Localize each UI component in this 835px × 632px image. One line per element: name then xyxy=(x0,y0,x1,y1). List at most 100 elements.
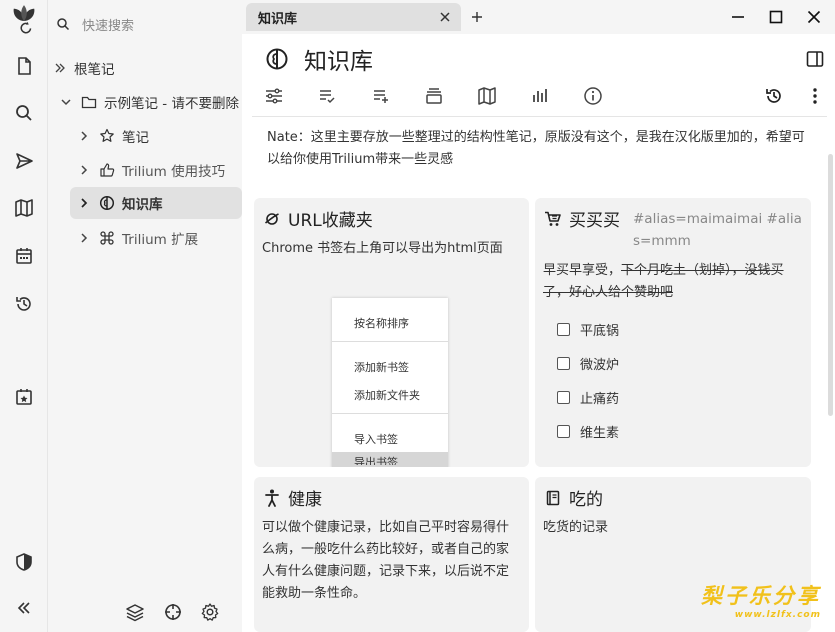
command-icon xyxy=(98,229,116,247)
card-title[interactable]: URL收藏夹 xyxy=(262,206,373,231)
calendar-icon[interactable] xyxy=(10,242,38,270)
card-shopping[interactable]: 买买买 #alias=maimaimai #alias=mmm 早买早享受，下个… xyxy=(535,198,811,467)
tree-bottom-toolbar xyxy=(48,592,242,632)
card-text: 吃货的记录 xyxy=(543,520,609,535)
cart-icon xyxy=(543,209,563,229)
toggle-right-pane-icon[interactable] xyxy=(804,48,826,70)
revision-history-icon[interactable] xyxy=(762,84,786,108)
crosshair-icon[interactable] xyxy=(163,602,183,622)
chevron-down-icon[interactable] xyxy=(58,94,74,110)
menu-item: 添加新文件夹 xyxy=(354,389,420,402)
note-title-text[interactable]: 知识库 xyxy=(304,42,373,76)
map-icon[interactable] xyxy=(475,84,499,108)
collection-icon[interactable] xyxy=(422,84,446,108)
book-icon xyxy=(543,488,563,508)
launcher-bar xyxy=(0,0,48,632)
menu-separator xyxy=(332,413,448,414)
history-icon[interactable] xyxy=(10,290,38,318)
new-tab-icon[interactable] xyxy=(468,8,486,26)
tab-bar: 知识库 xyxy=(242,0,835,34)
tree-node-label: Trilium 扩展 xyxy=(122,232,199,248)
tree-node-tips[interactable]: Trilium 使用技巧 xyxy=(76,154,225,186)
card-title[interactable]: 买买买 xyxy=(543,206,620,231)
card-title[interactable]: 吃的 xyxy=(543,485,603,510)
calendar-star-icon[interactable] xyxy=(10,383,38,411)
toolbar-divider xyxy=(252,116,827,117)
person-icon xyxy=(262,488,282,508)
maximize-icon[interactable] xyxy=(766,7,786,27)
folder-icon xyxy=(80,93,98,111)
close-window-icon[interactable] xyxy=(804,7,824,27)
note-tree-panel: 快速搜索 根笔记 示例笔记 - 请不要删除 笔记 Trilium 使用技巧 知识… xyxy=(48,0,242,632)
map-icon[interactable] xyxy=(10,194,38,222)
properties-icon[interactable] xyxy=(262,84,286,108)
new-note-icon[interactable] xyxy=(10,52,38,80)
checkbox[interactable] xyxy=(557,357,570,370)
card-health[interactable]: 健康 可以做个健康记录，比如自己平时容易得什么病，一般吃什么药比较好，或者自己的… xyxy=(254,477,529,632)
double-chevron-right-icon[interactable] xyxy=(52,60,68,76)
todo-item[interactable]: 平底锅 xyxy=(557,320,619,339)
watermark-title: 梨子乐分享 xyxy=(701,584,821,608)
collapse-icon[interactable] xyxy=(10,594,38,622)
tab-title: 知识库 xyxy=(258,11,298,27)
scrollbar[interactable] xyxy=(828,154,833,416)
card-alias: #alias=maimaimai #alias=mmm xyxy=(633,211,802,249)
chevron-right-icon[interactable] xyxy=(76,230,92,246)
thumbs-up-icon xyxy=(98,161,116,179)
note-title: 知识库 xyxy=(264,42,373,76)
tree-root[interactable]: 根笔记 xyxy=(52,52,115,84)
card-title[interactable]: 健康 xyxy=(262,485,322,510)
tree-node-extensions[interactable]: Trilium 扩展 xyxy=(76,222,198,254)
tree-node-notes[interactable]: 笔记 xyxy=(76,120,149,152)
planet-icon xyxy=(262,209,282,229)
menu-separator xyxy=(332,341,448,342)
minimize-icon[interactable] xyxy=(728,7,748,27)
tree-node-knowledge[interactable]: 知识库 xyxy=(70,187,242,219)
checkbox[interactable] xyxy=(557,391,570,404)
checkbox[interactable] xyxy=(557,425,570,438)
list-plus-icon[interactable] xyxy=(369,84,393,108)
todo-item[interactable]: 微波炉 xyxy=(557,354,619,373)
todo-item[interactable]: 维生素 xyxy=(557,422,619,441)
tab-knowledge-base[interactable]: 知识库 xyxy=(246,3,461,31)
menu-item: 导出书签 xyxy=(354,456,398,465)
bar-chart-icon[interactable] xyxy=(528,84,552,108)
chevron-right-icon[interactable] xyxy=(76,128,92,144)
checkbox[interactable] xyxy=(557,323,570,336)
trilium-logo-icon[interactable] xyxy=(10,5,38,34)
tree-node-label: 笔记 xyxy=(122,130,149,146)
brain-icon xyxy=(264,46,290,72)
chevron-right-icon[interactable] xyxy=(76,162,92,178)
menu-item-highlighted: 导出书签 xyxy=(332,452,448,467)
brain-icon xyxy=(98,194,116,212)
bookmark-menu-screenshot: 按名称排序 添加新书签 添加新文件夹 导入书签 导出书签 xyxy=(332,298,448,467)
list-check-icon[interactable] xyxy=(315,84,339,108)
info-icon[interactable] xyxy=(581,84,605,108)
send-icon[interactable] xyxy=(10,147,38,175)
watermark-url: www.lzlfx.com xyxy=(734,610,821,620)
card-url-bookmarks[interactable]: URL收藏夹 Chrome 书签右上角可以导出为html页面 按名称排序 添加新… xyxy=(254,198,529,467)
watermark: 梨子乐分享 www.lzlfx.com xyxy=(701,580,821,620)
gear-icon[interactable] xyxy=(200,602,220,622)
search-icon[interactable] xyxy=(10,99,38,127)
card-text: 可以做个健康记录，比如自己平时容易得什么病，一般吃什么药比较好，或者自己的家人有… xyxy=(262,520,510,601)
menu-item: 导入书签 xyxy=(354,433,398,446)
tree-node-demo[interactable]: 示例笔记 - 请不要删除 xyxy=(58,86,239,118)
search-input[interactable]: 快速搜索 xyxy=(82,15,134,34)
tree-node-label: 示例笔记 - 请不要删除 xyxy=(104,96,239,112)
note-detail: 知识库 Nate：这里主要存放一些整理过的结构性笔记，原版没有这个，是我在汉化版… xyxy=(242,34,835,632)
todo-item[interactable]: 止痛药 xyxy=(557,388,619,407)
more-options-icon[interactable] xyxy=(803,84,827,108)
note-description: Nate：这里主要存放一些整理过的结构性笔记，原版没有这个，是我在汉化版里加的，… xyxy=(267,130,805,167)
card-text: 早买早享受，下个月吃土（划掉），没钱买了，好心人给个赞助吧 xyxy=(543,263,784,300)
tree-node-label: 知识库 xyxy=(122,197,163,213)
search-icon xyxy=(56,17,70,31)
star-icon xyxy=(98,127,116,145)
close-tab-icon[interactable] xyxy=(437,9,453,25)
chevron-right-icon[interactable] xyxy=(76,195,92,211)
menu-item: 添加新书签 xyxy=(354,361,409,374)
quick-search[interactable]: 快速搜索 xyxy=(52,10,238,38)
layers-icon[interactable] xyxy=(125,602,145,622)
card-text: Chrome 书签右上角可以导出为html页面 xyxy=(262,241,503,256)
shield-icon[interactable] xyxy=(10,548,38,576)
